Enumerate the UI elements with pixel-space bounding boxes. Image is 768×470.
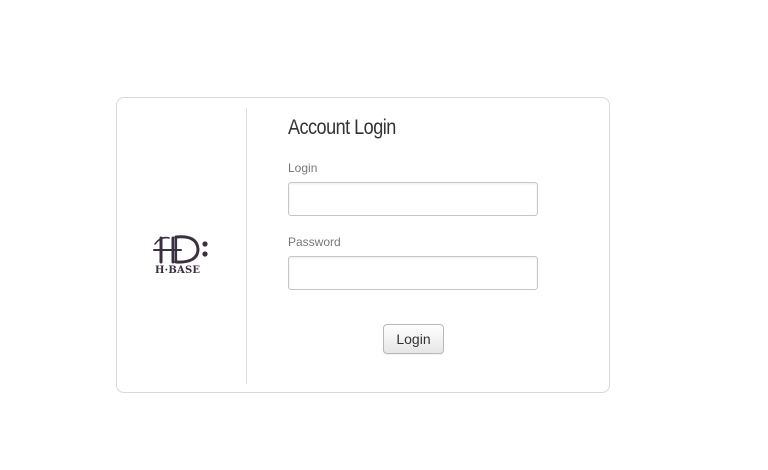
logo-wordmark: H·BASE <box>155 265 201 276</box>
login-button[interactable]: Login <box>383 324 444 354</box>
page-title: Account Login <box>288 116 396 139</box>
password-input[interactable] <box>288 256 538 290</box>
hbase-logo-mark-icon <box>153 235 208 264</box>
password-label: Password <box>288 235 341 249</box>
login-input[interactable] <box>288 182 538 216</box>
login-box: H·BASE Account Login Login Password Logi… <box>116 97 610 393</box>
logo-panel: H·BASE <box>117 108 247 384</box>
login-form: Account Login Login Password Login <box>288 98 588 392</box>
hbase-logo-icon: H·BASE <box>151 232 217 278</box>
login-label: Login <box>288 161 318 175</box>
